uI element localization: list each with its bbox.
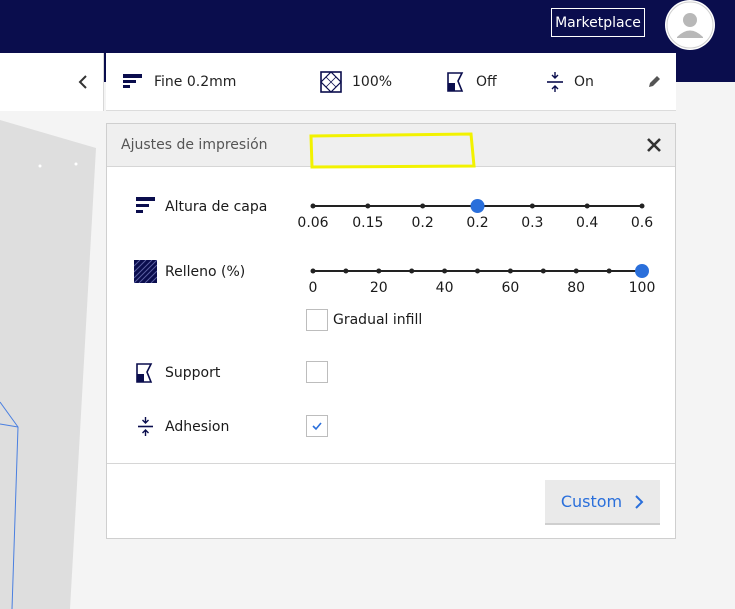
highlight-annotation (309, 132, 476, 169)
adhesion-value: On (574, 74, 594, 90)
gradual-infill-label: Gradual infill (333, 312, 423, 328)
support-icon (136, 363, 153, 383)
layer-height-tick-label: 0.2 (411, 215, 434, 231)
build-plate-graphic (0, 120, 96, 609)
slider-tick-dot (365, 203, 371, 209)
infill-tick-label: 0 (308, 280, 318, 296)
user-avatar[interactable] (665, 0, 715, 50)
layer-height-label: Altura de capa (165, 199, 268, 215)
layer-height-tick-label: 0.15 (352, 215, 384, 231)
support-value: Off (476, 74, 497, 90)
chevron-right-icon (635, 494, 644, 509)
support-checkbox[interactable] (306, 361, 328, 383)
layer-height-slider[interactable]: 0.06 0.15 0.2 0.2 0.3 0.4 0.6 (297, 196, 653, 236)
slider-tick-dot (507, 268, 513, 274)
panel-title: Ajustes de impresión (121, 137, 268, 153)
support-icon (447, 72, 464, 92)
slider-tick-dot (639, 203, 645, 209)
gradual-infill-checkbox[interactable] (306, 309, 328, 331)
build-plate-viewport[interactable] (0, 112, 110, 609)
adhesion-icon (138, 417, 153, 436)
custom-button[interactable]: Custom (545, 480, 660, 525)
panel-header: Ajustes de impresión (107, 124, 675, 169)
support-summary[interactable]: Off (446, 53, 497, 111)
quality-label: Fine 0.2mm (154, 74, 237, 90)
infill-tick-label: 80 (567, 280, 586, 296)
slider-tick-dot (606, 268, 612, 274)
infill-tick-label: 60 (501, 280, 520, 296)
layer-height-icon (123, 74, 142, 88)
layer-height-track[interactable] (310, 196, 645, 216)
infill-value: 100% (352, 74, 393, 90)
layer-height-handle[interactable] (470, 199, 485, 213)
layer-height-tick-label: 0.6 (630, 215, 654, 231)
chevron-left-icon[interactable] (74, 73, 92, 91)
infill-track[interactable] (310, 261, 649, 281)
infill-label: Relleno (%) (165, 264, 246, 280)
checkmark-icon (312, 422, 322, 431)
left-toolbar (0, 53, 104, 111)
quality-summary[interactable]: Fine 0.2mm (122, 53, 236, 111)
slider-tick-dot (584, 203, 590, 209)
marketplace-button[interactable]: Marketplace (551, 8, 645, 37)
layer-height-icon (136, 197, 155, 213)
slider-tick-dot (343, 268, 349, 274)
infill-icon (320, 71, 342, 93)
print-settings-bar[interactable]: Fine 0.2mm 100% Off On (106, 53, 676, 111)
slider-tick-dot (573, 268, 579, 274)
slider-tick-dot (529, 203, 535, 209)
slider-tick-dot (310, 203, 316, 209)
layer-height-tick-label: 0.3 (521, 215, 544, 231)
slider-tick-dot (442, 268, 448, 274)
pencil-icon[interactable] (646, 74, 662, 90)
marketplace-label: Marketplace (555, 14, 641, 31)
infill-pattern-icon (134, 260, 157, 283)
slider-tick-dot (409, 268, 415, 274)
adhesion-checkbox[interactable] (306, 415, 328, 437)
infill-handle[interactable] (635, 264, 649, 278)
user-icon (666, 1, 714, 49)
close-icon[interactable] (645, 136, 663, 154)
slider-tick-dot (475, 268, 480, 274)
layer-height-tick-label: 0.06 (297, 215, 329, 231)
layer-height-tick-label: 0.2 (466, 215, 489, 231)
adhesion-icon (547, 72, 563, 92)
custom-button-label: Custom (560, 492, 623, 511)
infill-summary[interactable]: 100% (320, 53, 392, 111)
support-label: Support (165, 365, 221, 381)
print-settings-panel: Ajustes de impresión Altura de capa 0.06… (106, 123, 676, 539)
slider-tick-dot (540, 268, 546, 274)
infill-tick-label: 100 (628, 280, 656, 296)
adhesion-summary[interactable]: On (546, 53, 594, 111)
slider-tick-dot (420, 203, 426, 209)
slider-tick-dot (376, 268, 382, 274)
infill-tick-label: 20 (369, 280, 388, 296)
adhesion-label: Adhesion (165, 419, 230, 435)
layer-height-tick-label: 0.4 (576, 215, 599, 231)
infill-slider[interactable]: 0 20 40 60 80 100 (309, 261, 655, 301)
infill-tick-label: 40 (435, 280, 454, 296)
slider-tick-dot (310, 268, 316, 274)
panel-divider (107, 463, 675, 464)
